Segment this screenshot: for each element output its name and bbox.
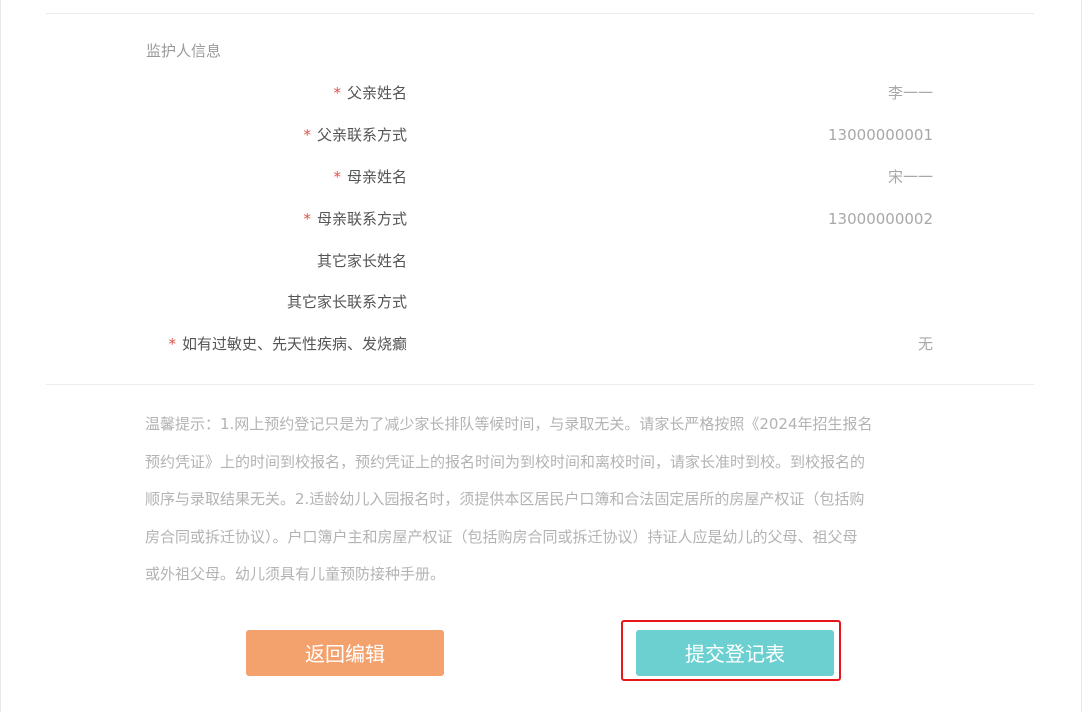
field-row-other-parent-name: 其它家长姓名 — [0, 249, 1082, 273]
field-value: 无 — [917, 335, 933, 353]
section-title: 监护人信息 — [146, 42, 222, 60]
notice-line: 预约凭证》上的时间到校报名，预约凭证上的报名时间为到校时间和离校时间，请家长准时… — [145, 452, 866, 471]
field-label: * 父亲联系方式 — [303, 126, 407, 144]
field-value: 13000000002 — [828, 210, 933, 228]
field-label: 其它家长姓名 — [316, 252, 407, 270]
top-divider — [46, 13, 1034, 14]
notice-line: 或外祖父母。幼儿须具有儿童预防接种手册。 — [145, 565, 446, 583]
field-row-other-parent-phone: 其它家长联系方式 — [0, 290, 1082, 314]
form-container — [0, 0, 1082, 712]
required-star: * — [168, 335, 176, 353]
field-label: * 如有过敏史、先天性疾病、发烧癫 — [168, 335, 407, 353]
field-value: 李一一 — [887, 84, 933, 102]
field-value: 13000000001 — [828, 126, 933, 144]
field-label: * 父亲姓名 — [333, 84, 407, 102]
back-to-edit-button[interactable]: 返回编辑 — [246, 630, 444, 676]
field-row-father-name: * 父亲姓名 李一一 — [0, 81, 1082, 105]
notice-line: 温馨提示：1.网上预约登记只是为了减少家长排队等候时间，与录取无关。请家长严格按… — [145, 415, 873, 433]
notice-line: 顺序与录取结果无关。2.适龄幼儿入园报名时，须提供本区居民户口簿和合法固定居所的… — [145, 490, 865, 508]
notice-line: 房合同或拆迁协议）。户口簿户主和房屋产权证（包括购房合同或拆迁协议）持证人应是幼… — [145, 527, 858, 546]
required-star: * — [333, 84, 341, 102]
field-row-father-phone: * 父亲联系方式 13000000001 — [0, 123, 1082, 147]
required-star: * — [303, 210, 311, 228]
required-star: * — [333, 168, 341, 186]
middle-divider — [46, 384, 1034, 385]
field-value: 宋一一 — [887, 168, 933, 186]
field-row-mother-name: * 母亲姓名 宋一一 — [0, 165, 1082, 189]
field-row-medical-history: * 如有过敏史、先天性疾病、发烧癫 无 — [0, 332, 1082, 356]
field-label: 其它家长联系方式 — [286, 293, 407, 311]
field-label: * 母亲姓名 — [333, 168, 407, 186]
field-row-mother-phone: * 母亲联系方式 13000000002 — [0, 207, 1082, 231]
field-label: * 母亲联系方式 — [303, 210, 407, 228]
submit-form-button[interactable]: 提交登记表 — [636, 630, 834, 676]
required-star: * — [303, 126, 311, 144]
notice-text: 温馨提示：1.网上预约登记只是为了减少家长排队等候时间，与录取无关。请家长严格按… — [145, 406, 935, 594]
